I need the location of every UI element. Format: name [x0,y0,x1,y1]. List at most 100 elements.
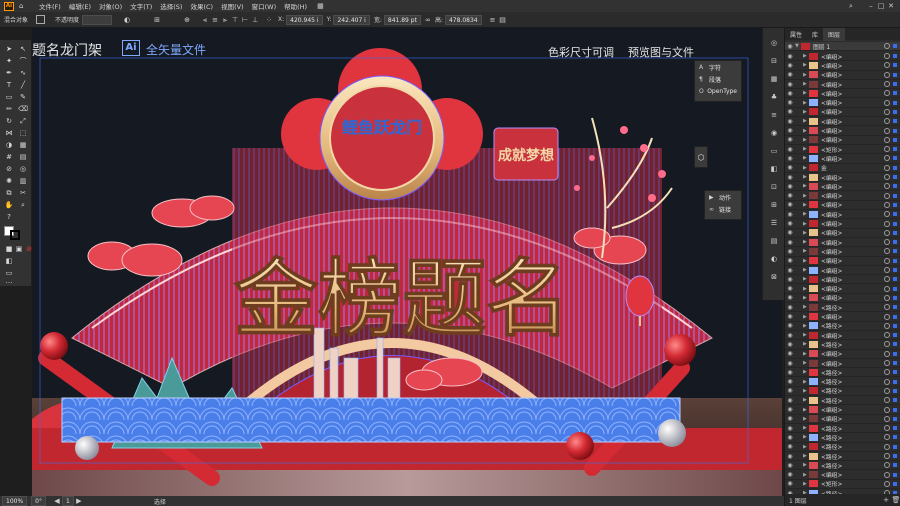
layer-row-top[interactable]: ◉ ▼ 图层 1 [785,42,900,52]
target-icon[interactable] [884,471,890,478]
layer-row[interactable]: ◉ ▶ <编组> [785,266,900,276]
target-icon[interactable] [884,229,890,236]
target-icon[interactable] [884,462,890,469]
cube-panel[interactable]: ⬡ [694,146,708,168]
eye-icon[interactable]: ◉ [785,62,795,69]
eye-icon[interactable]: ◉ [785,183,795,190]
layer-row[interactable]: ◉ ▶ <编组> [785,192,900,201]
eye-icon[interactable]: ◉ [785,229,795,236]
layer-row[interactable]: ◉ ▶ <编组> [785,136,900,145]
layer-row[interactable]: ◉▶<路径> [785,368,900,378]
eye-icon[interactable]: ◉ [785,397,795,404]
eye-icon[interactable]: ◉ [785,211,795,218]
direct-selection-tool-icon[interactable]: ↖ [18,44,28,54]
eye-icon[interactable]: ◉ [785,99,795,106]
target-icon[interactable] [884,387,890,394]
align-bottom-icon[interactable]: ⊥ [250,15,260,25]
eye-icon[interactable]: ◉ [785,480,795,487]
menu-item-1[interactable]: 编辑(E) [65,1,95,11]
eye-icon[interactable]: ◉ [785,471,795,478]
menu-item-5[interactable]: 效果(C) [186,1,217,11]
more-options-icon[interactable]: ≡ [488,15,498,25]
layer-row[interactable]: ◉ ▶ <编组> [785,182,900,192]
eye-icon[interactable]: ◉ [785,164,795,171]
target-icon[interactable] [884,453,890,460]
shape-builder-icon[interactable]: ◑ [4,140,14,150]
target-icon[interactable] [884,118,890,125]
layer-row[interactable]: ◉▶<路径> [785,340,900,350]
maximize-button[interactable]: □ [876,1,886,11]
slice-tool-icon[interactable]: ✂ [18,188,28,198]
eye-icon[interactable]: ◉ [785,341,795,348]
layer-row[interactable]: ◉▶<路径> [785,378,900,387]
zoom-field[interactable]: 100% [2,496,28,506]
eye-icon[interactable]: ◉ [785,304,795,311]
target-icon[interactable] [884,53,890,60]
layer-row[interactable]: ◉ ▶ <编组> [785,405,900,415]
eye-icon[interactable]: ◉ [785,434,795,441]
layer-row[interactable]: ◉ ▶ <编组> [785,117,900,127]
layer-row[interactable]: ◉ ▶ <编组> [785,201,900,211]
layer-row[interactable]: ◉ ▶ <编组> [785,312,900,322]
target-icon[interactable] [884,285,890,292]
eye-icon[interactable]: ◉ [785,415,795,422]
align-middle-icon[interactable]: ⊢ [240,15,250,25]
dock-icon-1[interactable]: ◎ [769,38,779,48]
layer-row[interactable]: ◉ ▶ 金 [785,164,900,173]
target-icon[interactable] [884,360,890,367]
eye-icon[interactable]: ◉ [785,239,795,246]
target-icon[interactable] [884,257,890,264]
target-icon[interactable] [884,201,890,208]
layer-row[interactable]: ◉▶<路径> [785,461,900,471]
menu-item-0[interactable]: 文件(F) [35,1,65,11]
menu-item-7[interactable]: 窗口(W) [248,1,281,11]
dock-icon-10[interactable]: ⊞ [769,200,779,210]
target-icon[interactable] [884,313,890,320]
layer-row[interactable]: ◉ ▶ <编组> [785,285,900,294]
target-icon[interactable] [884,332,890,339]
align-icon[interactable]: ⊞ [152,15,162,25]
minimize-button[interactable]: – [866,1,876,11]
target-icon[interactable] [884,146,890,153]
artboard-canvas[interactable]: 鲤鱼跃龙门 成就梦想 金榜题名 题名龙门架 Ai 全矢量文件 色彩尺寸可调 预览… [32,28,782,496]
line-tool-icon[interactable]: ╱ [18,80,28,90]
target-icon[interactable] [884,183,890,190]
rectangle-tool-icon[interactable]: ▭ [4,92,14,102]
layer-row[interactable]: ◉ ▶ <编组> [785,108,900,118]
layer-row[interactable]: ◉▶<路径> [785,424,900,434]
brush-tool-icon[interactable]: ✎ [18,92,28,102]
opacity-field[interactable] [82,14,113,25]
eye-icon[interactable]: ◉ [785,267,795,274]
target-icon[interactable] [884,480,890,487]
eye-icon[interactable]: ◉ [785,350,795,357]
gradient-tool-icon[interactable]: ▤ [18,152,28,162]
layer-row[interactable]: ◉▶<路径> [785,443,900,452]
layer-row[interactable]: ◉ ▶ <编组> [785,350,900,359]
delete-layer-icon[interactable]: 🗑 [891,495,900,505]
eyedropper-icon[interactable]: ⊘ [4,164,14,174]
selection-tool-icon[interactable]: ➤ [4,44,14,54]
target-icon[interactable] [884,378,890,385]
transform-icon[interactable]: ⊕ [182,15,192,25]
align-center-icon[interactable]: ≡ [210,15,220,25]
eye-icon[interactable]: ◉ [785,81,795,88]
prev-artboard-icon[interactable]: ◀ [52,496,62,506]
layer-row[interactable]: ◉ ▶ <编组> [785,471,900,480]
eye-icon[interactable]: ◉ [785,220,795,227]
layer-row[interactable]: ◉ ▶ <编组> [785,71,900,80]
layer-row[interactable]: ◉▶<路径> [785,433,900,443]
layer-row[interactable]: ◉ ▶ <编组> [785,173,900,183]
eye-icon[interactable]: ◉ [785,443,795,450]
dock-icon-5[interactable]: ≡ [769,110,779,120]
target-icon[interactable] [884,211,890,218]
reference-point-icon[interactable]: ⁘ [264,15,274,25]
panel-item-links[interactable]: ∞ 链接 [705,203,741,215]
align-right-icon[interactable]: ⫸ [220,15,230,25]
layer-row[interactable]: ◉▶<路径> [785,303,900,313]
dock-icon-6[interactable]: ◉ [769,128,779,138]
help-icon[interactable]: ? [4,212,14,222]
layer-row[interactable]: ◉ ▶ <编组> [785,219,900,229]
target-icon[interactable] [884,406,890,413]
panel-item-opentype[interactable]: O OpenType [695,85,741,97]
layer-row[interactable]: ◉ ▶ <编组> [785,331,900,341]
